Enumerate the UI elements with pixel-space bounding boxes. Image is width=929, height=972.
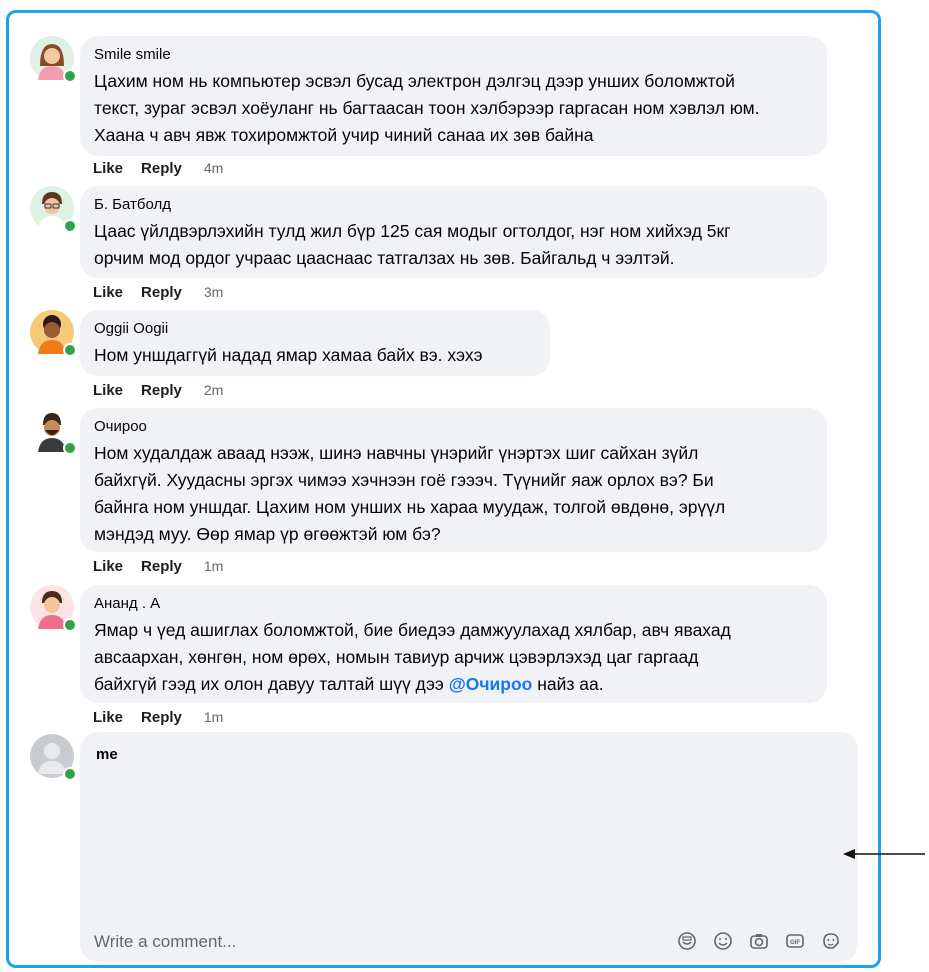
- comment-input[interactable]: Write a comment...: [94, 932, 236, 952]
- avatar[interactable]: [30, 186, 77, 233]
- comment-bubble: Б. Батболд Цаас үйлдвэрлэхийн тулд жил б…: [80, 186, 827, 278]
- mention-link[interactable]: @Очироо: [449, 674, 533, 694]
- comment-author[interactable]: Smile smile: [94, 46, 811, 64]
- like-link[interactable]: Like: [93, 382, 123, 399]
- online-status-dot: [63, 767, 77, 781]
- like-link[interactable]: Like: [93, 709, 123, 726]
- comment-composer[interactable]: me Write a comment... GIF: [80, 732, 858, 962]
- online-status-dot: [63, 441, 77, 455]
- comment-timestamp[interactable]: 1m: [204, 558, 223, 575]
- comment-author[interactable]: Ананд . А: [94, 595, 811, 613]
- reply-link[interactable]: Reply: [141, 284, 182, 301]
- comment-author[interactable]: Oggii Oogii: [94, 320, 534, 338]
- avatar[interactable]: [30, 36, 77, 83]
- gif-icon[interactable]: GIF: [784, 930, 806, 952]
- comment-text: Цаас үйлдвэрлэхийн тулд жил бүр 125 сая …: [94, 221, 731, 268]
- online-status-dot: [63, 219, 77, 233]
- comment-bubble: Oggii Oogii Ном уншдаггүй надад ямар хам…: [80, 310, 550, 376]
- svg-text:GIF: GIF: [790, 940, 800, 946]
- reply-link[interactable]: Reply: [141, 382, 182, 399]
- comment-author[interactable]: Б. Батболд: [94, 196, 811, 214]
- comment-bubble: Smile smile Цахим ном нь компьютер эсвэл…: [80, 36, 827, 156]
- comment-timestamp[interactable]: 4m: [204, 160, 223, 177]
- online-status-dot: [63, 69, 77, 83]
- like-link[interactable]: Like: [93, 160, 123, 177]
- comment-actions: Like Reply 1m: [93, 558, 223, 575]
- comment-text: Ном уншдаггүй надад ямар хамаа байх вэ. …: [94, 345, 483, 365]
- comment-timestamp[interactable]: 1m: [204, 709, 223, 726]
- comment-text: Цахим ном нь компьютер эсвэл бусад элект…: [94, 71, 760, 145]
- composer-user-name: me: [96, 746, 118, 763]
- comment-actions: Like Reply 3m: [93, 284, 223, 301]
- comment-timestamp[interactable]: 3m: [204, 284, 223, 301]
- sticker-icon[interactable]: [676, 930, 698, 952]
- camera-icon[interactable]: [748, 930, 770, 952]
- online-status-dot: [63, 343, 77, 357]
- avatar[interactable]: [30, 585, 77, 632]
- avatar[interactable]: [30, 734, 77, 781]
- comment-timestamp[interactable]: 2m: [204, 382, 223, 399]
- reply-link[interactable]: Reply: [141, 709, 182, 726]
- online-status-dot: [63, 618, 77, 632]
- pointer-arrow-icon: [843, 849, 925, 859]
- comment-text: Ямар ч үед ашиглах боломжтой, бие биедээ…: [94, 620, 731, 694]
- like-link[interactable]: Like: [93, 558, 123, 575]
- composer-toolbar: GIF: [676, 930, 842, 952]
- like-link[interactable]: Like: [93, 284, 123, 301]
- comment-bubble: Ананд . А Ямар ч үед ашиглах боломжтой, …: [80, 585, 827, 703]
- comment-actions: Like Reply 4m: [93, 160, 223, 177]
- avatar-sticker-icon[interactable]: [820, 930, 842, 952]
- comment-text: Ном худалдаж аваад нээж, шинэ навчны үнэ…: [94, 443, 726, 544]
- comment-actions: Like Reply 2m: [93, 382, 223, 399]
- comment-bubble: Очироо Ном худалдаж аваад нээж, шинэ нав…: [80, 408, 827, 552]
- reply-link[interactable]: Reply: [141, 160, 182, 177]
- comment-author[interactable]: Очироо: [94, 418, 811, 436]
- reply-link[interactable]: Reply: [141, 558, 182, 575]
- avatar[interactable]: [30, 408, 77, 455]
- comment-actions: Like Reply 1m: [93, 709, 223, 726]
- avatar[interactable]: [30, 310, 77, 357]
- emoji-icon[interactable]: [712, 930, 734, 952]
